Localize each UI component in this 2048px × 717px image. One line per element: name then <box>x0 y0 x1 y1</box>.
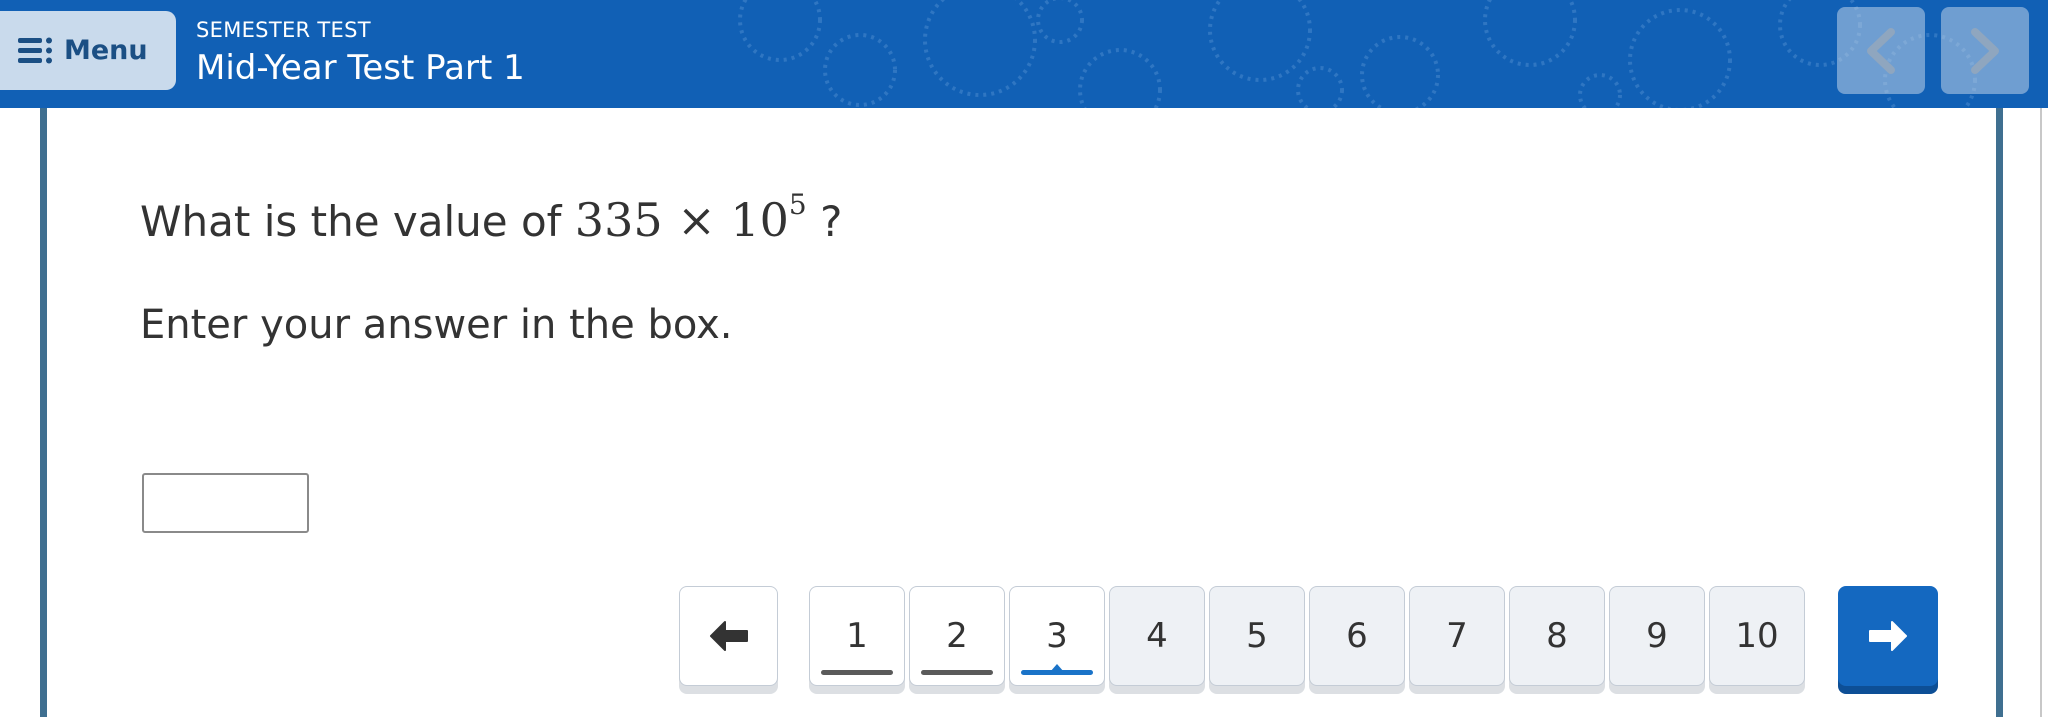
top-bar: Menu SEMESTER TEST Mid-Year Test Part 1 <box>0 0 2048 108</box>
content-border-right <box>1996 108 2003 717</box>
previous-question-button[interactable] <box>679 586 778 686</box>
question-text: What is the value of 335 × 105 ? <box>140 188 843 247</box>
page-button-8[interactable]: 8 <box>1509 586 1605 686</box>
header-pattern <box>738 0 1977 108</box>
page-number: 7 <box>1446 616 1468 656</box>
page-button-4[interactable]: 4 <box>1109 586 1205 686</box>
chevron-left-icon <box>1867 27 1895 74</box>
math-base: 335 × 10 <box>574 193 789 247</box>
menu-icon <box>18 37 52 63</box>
page-button-10[interactable]: 10 <box>1709 586 1805 686</box>
question-prompt: What is the value of <box>140 197 562 246</box>
page-button-3[interactable]: 3 <box>1009 586 1105 686</box>
page-button-2[interactable]: 2 <box>909 586 1005 686</box>
visited-indicator <box>821 670 893 675</box>
page-number: 5 <box>1246 616 1268 656</box>
page-number: 4 <box>1146 616 1168 656</box>
arrow-right-icon <box>1869 621 1907 651</box>
visited-indicator <box>921 670 993 675</box>
math-expression: 335 × 105 <box>574 188 807 247</box>
next-question-button[interactable] <box>1838 586 1938 686</box>
test-title: Mid-Year Test Part 1 <box>196 48 525 88</box>
test-kind-label: SEMESTER TEST <box>196 18 371 42</box>
page-button-5[interactable]: 5 <box>1209 586 1305 686</box>
next-section-button[interactable] <box>1941 7 2029 94</box>
math-exponent: 5 <box>788 187 807 221</box>
page-number: 8 <box>1546 616 1568 656</box>
content-border-left <box>40 108 47 717</box>
page-button-9[interactable]: 9 <box>1609 586 1705 686</box>
arrow-left-icon <box>709 621 748 651</box>
menu-label: Menu <box>64 35 148 66</box>
page-button-6[interactable]: 6 <box>1309 586 1405 686</box>
question-mark: ? <box>820 197 843 246</box>
answer-input[interactable] <box>142 473 309 533</box>
page-number: 3 <box>1046 616 1068 656</box>
page-number: 1 <box>846 616 868 656</box>
instruction-text: Enter your answer in the box. <box>140 302 733 348</box>
page-number: 10 <box>1735 616 1779 656</box>
previous-section-button[interactable] <box>1837 7 1925 94</box>
menu-button[interactable]: Menu <box>0 11 176 90</box>
page-button-1[interactable]: 1 <box>809 586 905 686</box>
current-page-caret <box>1050 664 1064 672</box>
scrollbar-track[interactable] <box>2040 108 2042 717</box>
page-number: 2 <box>946 616 968 656</box>
page-button-7[interactable]: 7 <box>1409 586 1505 686</box>
page-number: 9 <box>1646 616 1668 656</box>
page-number: 6 <box>1346 616 1368 656</box>
chevron-right-icon <box>1971 27 1999 74</box>
